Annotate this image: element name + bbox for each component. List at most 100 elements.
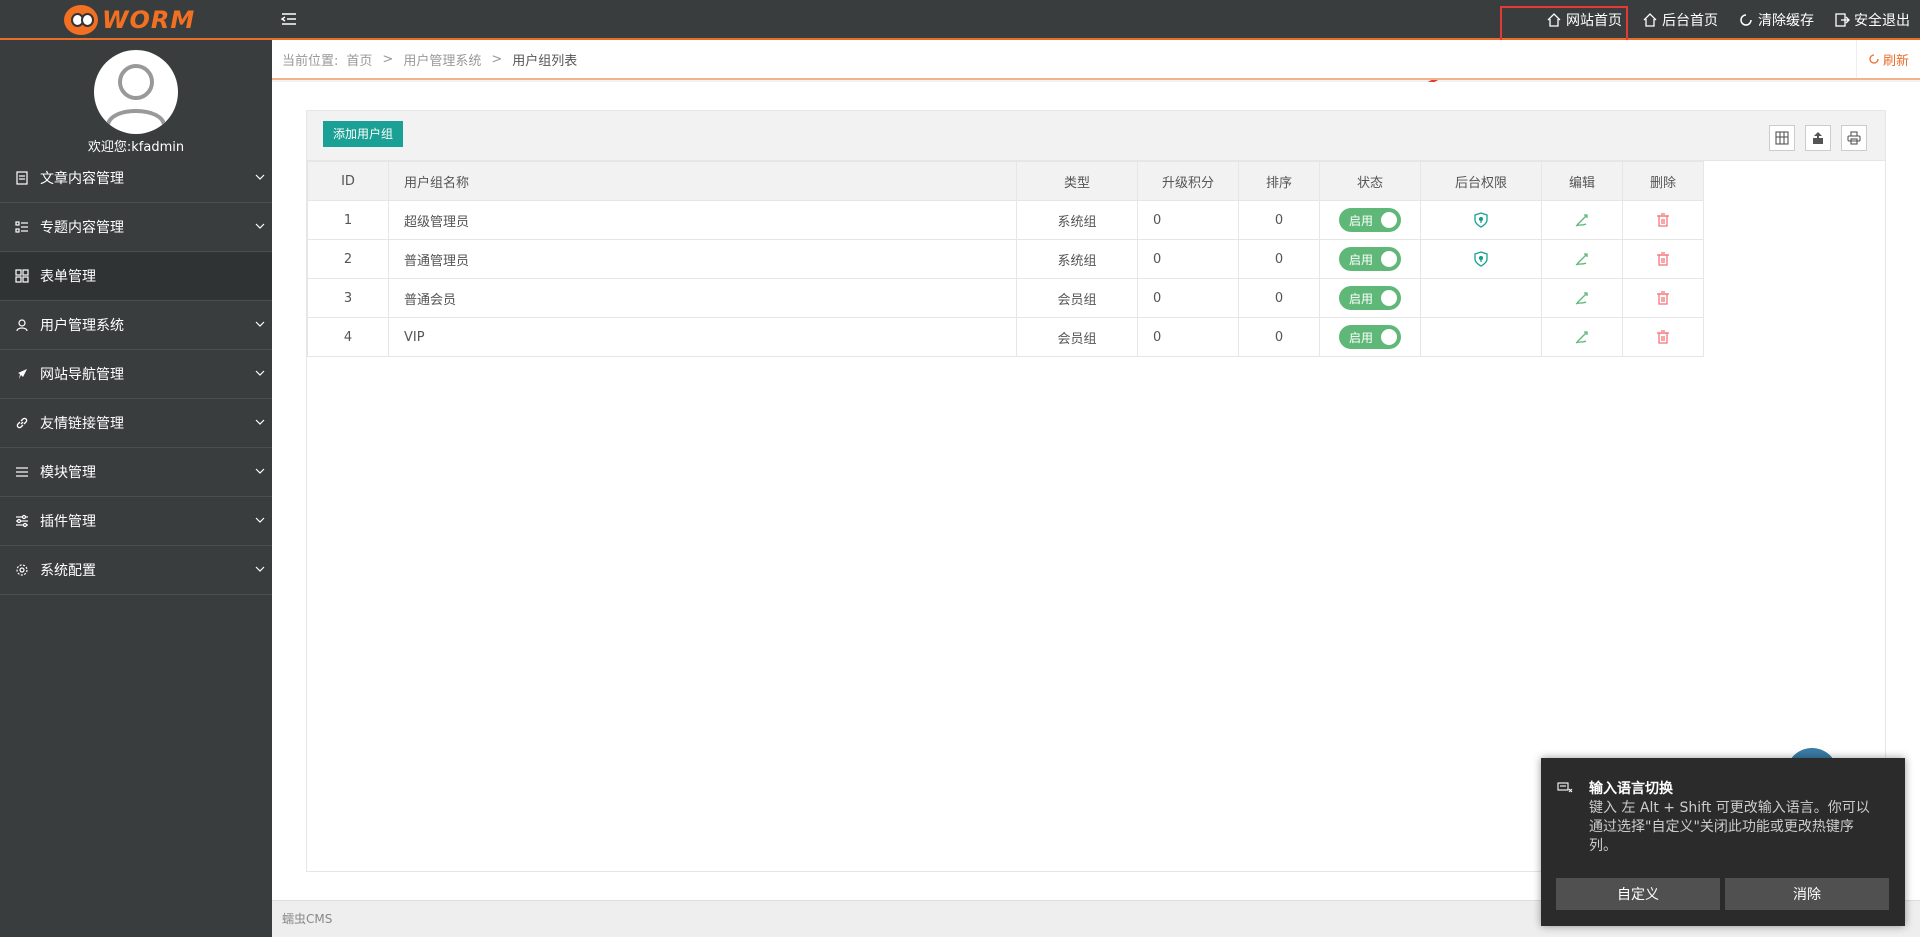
customize-button[interactable]: 自定义 bbox=[1556, 878, 1720, 910]
toast-title: 输入语言切换 bbox=[1589, 781, 1673, 797]
cell-delete bbox=[1622, 278, 1704, 318]
chevron-down-icon bbox=[255, 468, 265, 474]
cell-type: 会员组 bbox=[1016, 278, 1138, 318]
user-block: 欢迎您:kfadmin bbox=[0, 40, 272, 155]
clear-cache-label: 清除缓存 bbox=[1758, 13, 1814, 29]
sidebar-item-settings[interactable]: 系统配置 bbox=[0, 546, 272, 595]
sidebar-item-modules[interactable]: 模块管理 bbox=[0, 448, 272, 497]
export-button[interactable] bbox=[1805, 125, 1831, 151]
columns-icon bbox=[1775, 131, 1789, 145]
cell-name: 普通管理员 bbox=[388, 239, 1017, 279]
cell-status: 启用 bbox=[1319, 317, 1421, 357]
header-edit[interactable]: 编辑 bbox=[1541, 161, 1623, 201]
edit-icon[interactable] bbox=[1574, 329, 1590, 345]
site-home-link[interactable]: 网站首页 bbox=[1546, 10, 1622, 30]
user-group-table: ID 用户组名称 类型 升级积分 排序 状态 后台权限 编辑 删除 1 超级管理… bbox=[307, 161, 1704, 357]
breadcrumb: 当前位置: 首页 > 用户管理系统 > 用户组列表 刷新 bbox=[272, 40, 1920, 80]
admin-home-link[interactable]: 后台首页 bbox=[1642, 10, 1718, 30]
logo[interactable]: WORM bbox=[64, 4, 214, 36]
compass-icon bbox=[14, 366, 30, 382]
clear-cache-link[interactable]: 清除缓存 bbox=[1738, 10, 1814, 30]
print-button[interactable] bbox=[1841, 125, 1867, 151]
sidebar-item-articles[interactable]: 文章内容管理 bbox=[0, 154, 272, 203]
cell-edit bbox=[1541, 278, 1623, 318]
dismiss-button[interactable]: 消除 bbox=[1725, 878, 1889, 910]
header-name[interactable]: 用户组名称 bbox=[388, 161, 1017, 201]
shield-icon[interactable] bbox=[1473, 212, 1489, 228]
refresh-button[interactable]: 刷新 bbox=[1856, 40, 1920, 78]
cell-type: 系统组 bbox=[1016, 200, 1138, 240]
trash-icon[interactable] bbox=[1655, 251, 1671, 267]
header-admin-perm[interactable]: 后台权限 bbox=[1420, 161, 1542, 201]
cell-delete bbox=[1622, 239, 1704, 279]
gear-icon bbox=[14, 562, 30, 578]
status-toggle[interactable]: 启用 bbox=[1339, 325, 1401, 349]
cell-sort: 0 bbox=[1238, 278, 1320, 318]
edit-icon[interactable] bbox=[1574, 290, 1590, 306]
status-toggle[interactable]: 启用 bbox=[1339, 286, 1401, 310]
logo-text: WORM bbox=[102, 6, 196, 34]
status-toggle[interactable]: 启用 bbox=[1339, 247, 1401, 271]
table-row: 2 普通管理员 系统组 0 0 启用 bbox=[307, 239, 1704, 279]
menu-toggle-icon[interactable] bbox=[280, 10, 300, 30]
document-icon bbox=[14, 170, 30, 186]
cell-admin-perm bbox=[1420, 200, 1542, 240]
breadcrumb-separator-icon: > bbox=[491, 51, 503, 67]
header-sort[interactable]: 排序 bbox=[1238, 161, 1320, 201]
keyboard-icon bbox=[1557, 782, 1573, 793]
header-points[interactable]: 升级积分 bbox=[1137, 161, 1239, 201]
sidebar-item-forms[interactable]: 表单管理 bbox=[0, 252, 272, 301]
home-icon bbox=[1547, 13, 1561, 27]
avatar[interactable] bbox=[94, 50, 178, 134]
add-user-group-button[interactable]: 添加用户组 bbox=[323, 121, 404, 147]
sidebar-item-label: 专题内容管理 bbox=[40, 220, 124, 236]
sidebar-item-plugins[interactable]: 插件管理 bbox=[0, 497, 272, 546]
cell-admin-perm bbox=[1420, 278, 1542, 318]
header-id[interactable]: ID bbox=[307, 161, 389, 201]
cell-status: 启用 bbox=[1319, 200, 1421, 240]
grid-icon bbox=[14, 268, 30, 284]
sidebar-item-label: 系统配置 bbox=[40, 563, 96, 579]
breadcrumb-home[interactable]: 首页 bbox=[346, 50, 372, 69]
sidebar-item-label: 友情链接管理 bbox=[40, 416, 124, 432]
breadcrumb-separator-icon: > bbox=[382, 51, 394, 67]
trash-icon[interactable] bbox=[1655, 290, 1671, 306]
header-delete[interactable]: 删除 bbox=[1622, 161, 1704, 201]
trash-icon[interactable] bbox=[1655, 329, 1671, 345]
sidebar-item-navigation[interactable]: 网站导航管理 bbox=[0, 350, 272, 399]
breadcrumb-prefix: 当前位置: bbox=[282, 53, 339, 69]
edit-icon[interactable] bbox=[1574, 212, 1590, 228]
status-toggle[interactable]: 启用 bbox=[1339, 208, 1401, 232]
edit-icon[interactable] bbox=[1574, 251, 1590, 267]
header-status[interactable]: 状态 bbox=[1319, 161, 1421, 201]
refresh-label: 刷新 bbox=[1882, 53, 1909, 69]
refresh-icon bbox=[1740, 14, 1752, 26]
cell-type: 系统组 bbox=[1016, 239, 1138, 279]
trash-icon[interactable] bbox=[1655, 212, 1671, 228]
cell-admin-perm bbox=[1420, 239, 1542, 279]
sidebar-item-label: 文章内容管理 bbox=[40, 171, 124, 187]
refresh-icon bbox=[1869, 54, 1879, 64]
cell-edit bbox=[1541, 200, 1623, 240]
top-bar: WORM 网站首页 后台首页 清除缓存 安全退出 bbox=[0, 0, 1920, 40]
header-type[interactable]: 类型 bbox=[1016, 161, 1138, 201]
cell-id: 1 bbox=[307, 200, 389, 240]
breadcrumb-users[interactable]: 用户管理系统 bbox=[403, 50, 481, 69]
logout-link[interactable]: 安全退出 bbox=[1834, 10, 1910, 30]
sidebar-item-links[interactable]: 友情链接管理 bbox=[0, 399, 272, 448]
shield-icon[interactable] bbox=[1473, 251, 1489, 267]
logo-mascot-icon bbox=[64, 5, 98, 35]
cell-status: 启用 bbox=[1319, 278, 1421, 318]
chevron-down-icon bbox=[255, 321, 265, 327]
users-icon bbox=[14, 317, 30, 333]
cell-name: VIP bbox=[388, 317, 1017, 357]
table-row: 3 普通会员 会员组 0 0 启用 bbox=[307, 278, 1704, 318]
columns-filter-button[interactable] bbox=[1769, 125, 1795, 151]
export-icon bbox=[1813, 132, 1823, 144]
sliders-icon bbox=[14, 513, 30, 529]
sidebar-item-topics[interactable]: 专题内容管理 bbox=[0, 203, 272, 252]
sidebar-item-users[interactable]: 用户管理系统 bbox=[0, 301, 272, 350]
chevron-down-icon bbox=[255, 223, 265, 229]
table-header-row: ID 用户组名称 类型 升级积分 排序 状态 后台权限 编辑 删除 bbox=[307, 161, 1704, 201]
print-icon bbox=[1847, 131, 1861, 145]
